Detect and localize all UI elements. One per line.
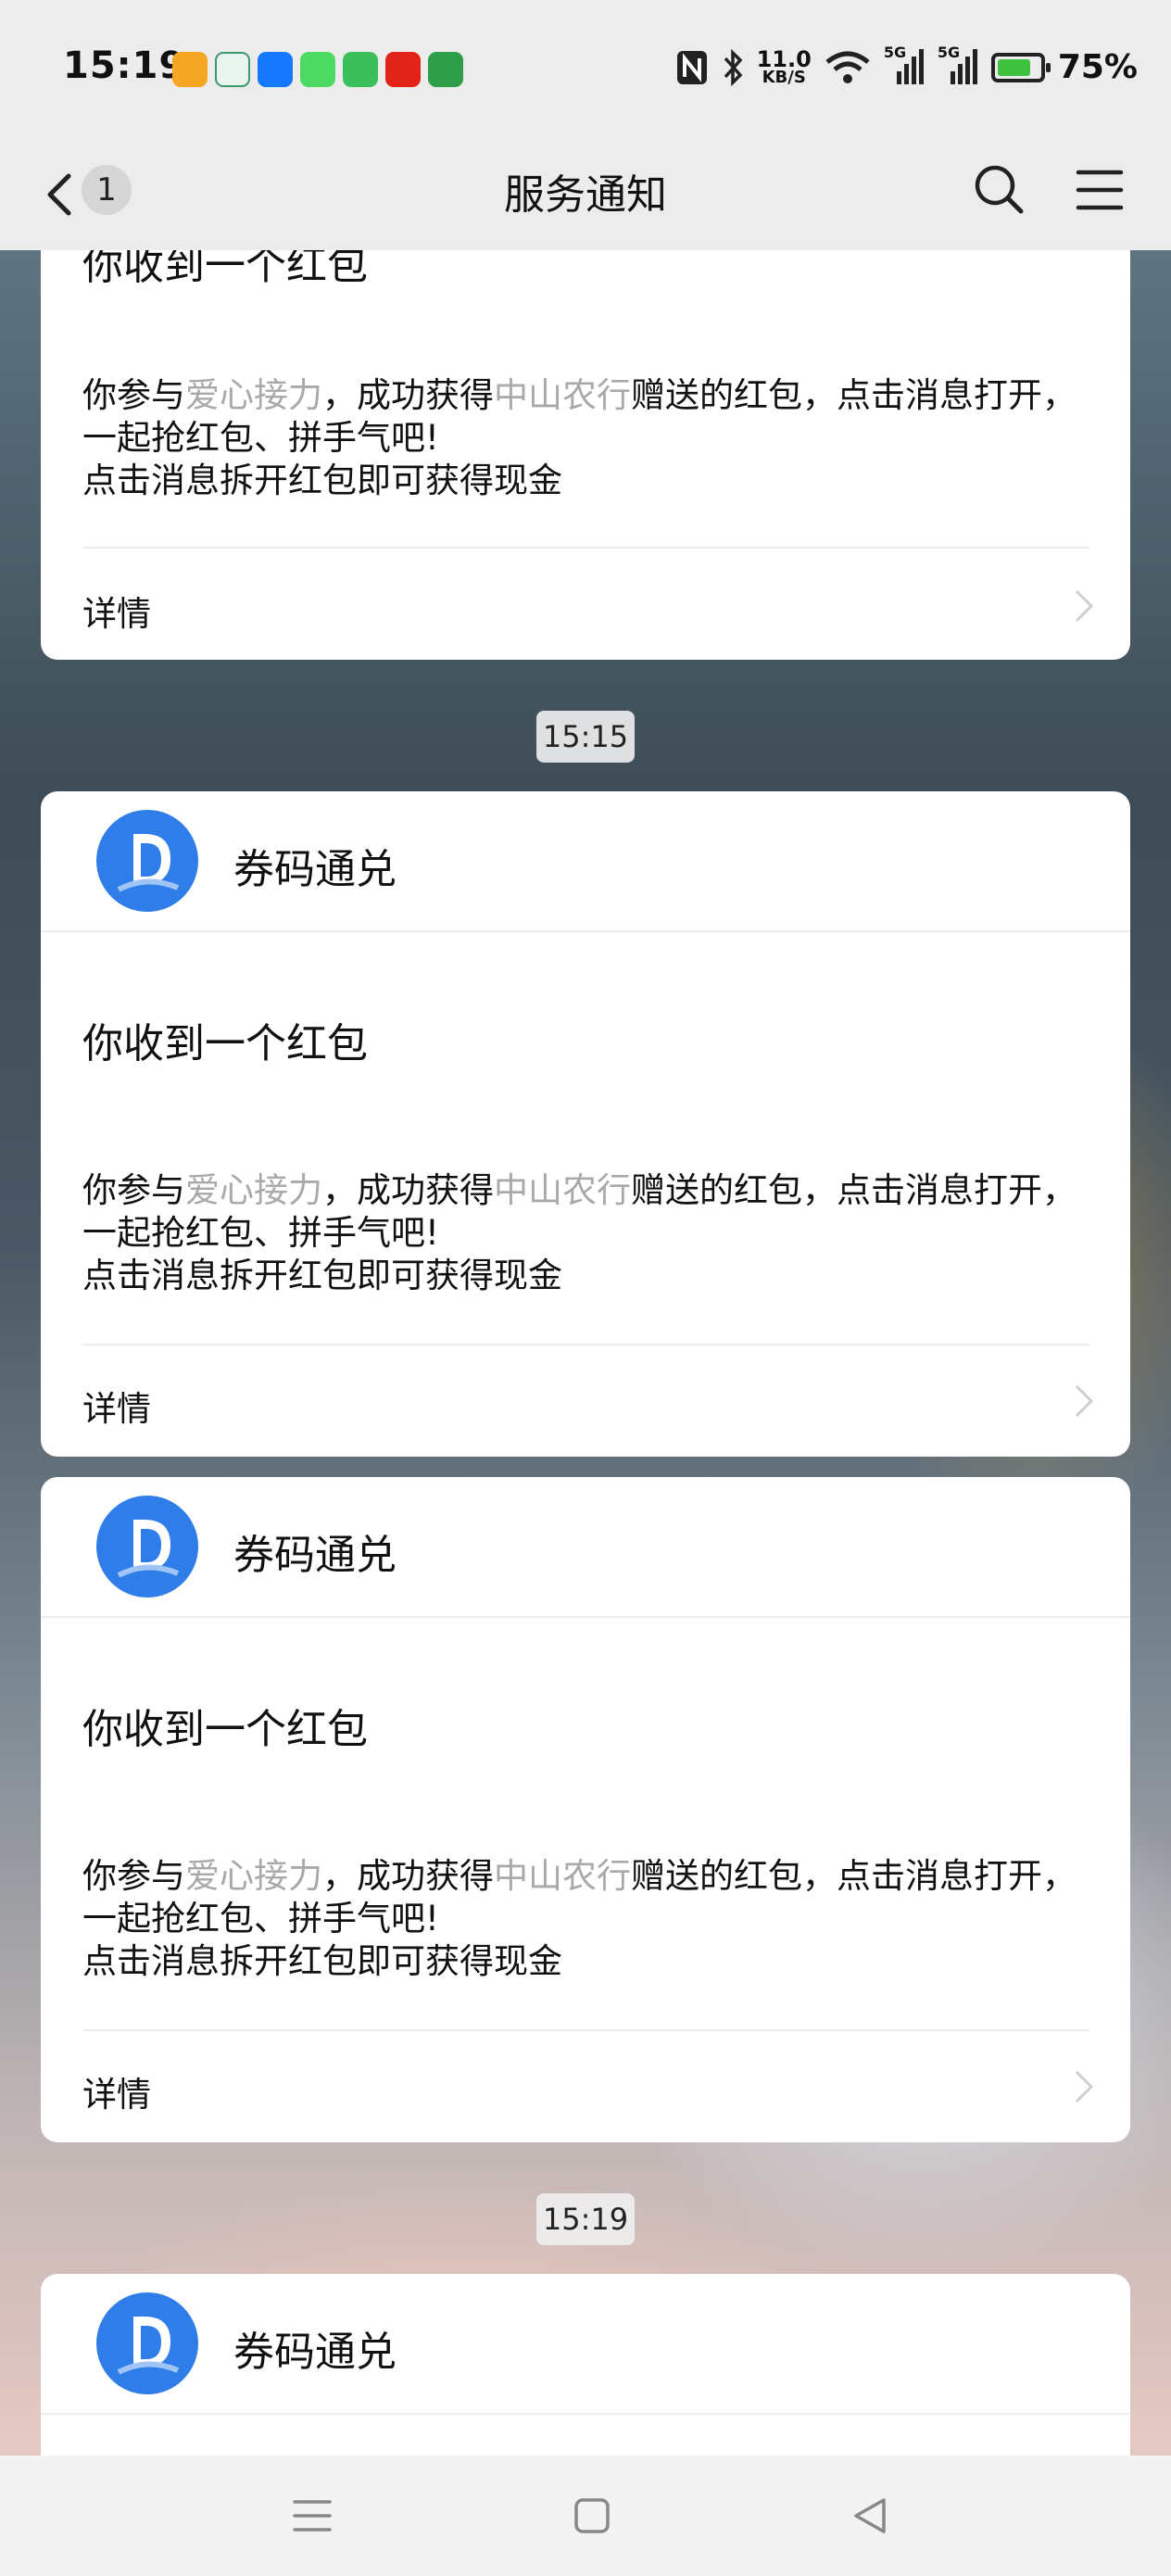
app-logo-icon (96, 1496, 198, 1597)
divider (82, 547, 1089, 549)
wifi-icon (825, 51, 870, 83)
mail-icon (172, 52, 208, 87)
battery-level: 75% (1057, 48, 1138, 86)
details-link[interactable]: 详情 (82, 1381, 151, 1431)
oppo-icon (428, 52, 463, 87)
nfc-icon (676, 50, 707, 84)
signal-2-icon: 5G (938, 44, 978, 86)
app-logo-icon (96, 2292, 198, 2394)
message-card[interactable]: 你收到一个红包 你参与爱心接力，成功获得中山农行赠送的红包，点击消息打开，一起抢… (41, 250, 1130, 660)
divider (82, 2029, 1089, 2031)
menu-icon[interactable] (1075, 167, 1125, 213)
chevron-right-icon (1075, 2070, 1094, 2103)
back-nav-icon[interactable] (847, 2493, 893, 2539)
card-header: 券码通兑 (41, 2274, 1130, 2415)
message-title: 你收到一个红包 (82, 1706, 368, 1753)
message-card[interactable]: 券码通兑 (41, 2274, 1130, 2456)
alipay-icon (258, 52, 293, 87)
suning-icon (385, 52, 421, 87)
bluetooth-icon (724, 48, 743, 86)
app-store-icon (343, 52, 378, 87)
message-card[interactable]: 券码通兑 你收到一个红包 你参与爱心接力，成功获得中山农行赠送的红包，点击消息打… (41, 1477, 1130, 2142)
timestamp-chip: 15:15 (536, 711, 635, 763)
status-time: 15:19 (63, 44, 186, 87)
battery-icon (990, 52, 1051, 82)
message-body: 你参与爱心接力，成功获得中山农行赠送的红包，点击消息打开，一起抢红包、拼手气吧!… (82, 375, 1077, 500)
recents-icon[interactable] (289, 2493, 335, 2539)
message-body: 你参与爱心接力，成功获得中山农行赠送的红包，点击消息打开，一起抢红包、拼手气吧!… (82, 1170, 1077, 1295)
card-header: 券码通兑 (41, 791, 1130, 932)
message-title: 你收到一个红包 (82, 1020, 368, 1067)
message-body: 你参与爱心接力，成功获得中山农行赠送的红包，点击消息打开，一起抢红包、拼手气吧!… (82, 1856, 1077, 1981)
message-card[interactable]: 券码通兑 你收到一个红包 你参与爱心接力，成功获得中山农行赠送的红包，点击消息打… (41, 791, 1130, 1457)
details-link[interactable]: 详情 (82, 2066, 151, 2116)
net-speed: 11.0 KB/S (756, 45, 812, 87)
details-link[interactable]: 详情 (82, 586, 151, 636)
signal-1-icon: 5G (884, 44, 925, 86)
chevron-right-icon (1075, 589, 1094, 623)
search-icon[interactable] (971, 161, 1026, 217)
status-right: 11.0 KB/S 5G 5G 75% (675, 44, 1138, 87)
notification-icons (172, 52, 463, 87)
bank-icon (215, 52, 250, 87)
app-name: 券码通兑 (233, 846, 397, 893)
home-icon[interactable] (569, 2493, 615, 2539)
chevron-right-icon (1075, 1384, 1094, 1418)
status-bar: 15:19 11.0 KB/S 5G 5G 75% (0, 0, 1171, 139)
app-logo-icon (96, 810, 198, 912)
messages-icon (300, 52, 335, 87)
app-name: 券码通兑 (233, 1532, 397, 1579)
divider (82, 1344, 1089, 1345)
card-header: 券码通兑 (41, 1477, 1130, 1618)
system-nav-bar (0, 2456, 1171, 2576)
app-name: 券码通兑 (233, 2329, 397, 2376)
timestamp-chip: 15:19 (536, 2193, 635, 2245)
message-title: 你收到一个红包 (82, 250, 368, 289)
